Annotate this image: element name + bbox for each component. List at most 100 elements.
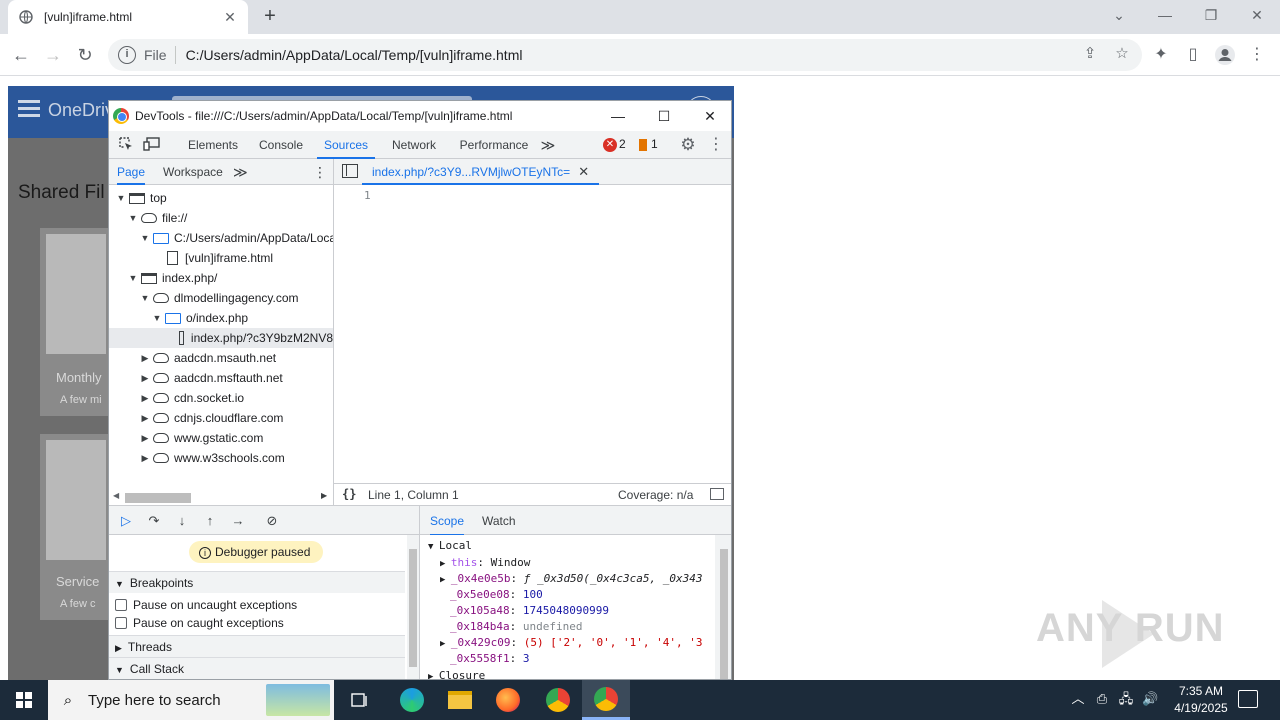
start-button[interactable] xyxy=(0,680,48,720)
checkbox-icon[interactable] xyxy=(115,599,127,611)
menu-kebab-icon[interactable]: ⋮ xyxy=(1246,44,1268,66)
tree-node[interactable]: ▶ aadcdn.msftauth.net xyxy=(139,368,283,388)
scope-row[interactable]: _0x184b4a: undefined xyxy=(450,619,582,635)
step-out-icon[interactable]: ↑ xyxy=(201,512,219,530)
tab-sources[interactable]: Sources xyxy=(317,131,375,159)
step-over-icon[interactable]: ↷ xyxy=(145,512,163,530)
tree-node[interactable]: ▼ dlmodellingagency.com xyxy=(139,288,299,308)
tab-elements[interactable]: Elements xyxy=(179,131,247,159)
bookmark-star-icon[interactable]: ☆ xyxy=(1112,44,1132,64)
call-stack-section[interactable]: ▼ Call Stack xyxy=(109,657,405,679)
breakpoints-section[interactable]: ▼ Breakpoints xyxy=(109,571,405,593)
error-count[interactable]: 2 xyxy=(619,137,626,151)
step-into-icon[interactable]: ↓ xyxy=(173,512,191,530)
tab-performance[interactable]: Performance xyxy=(453,131,535,159)
vertical-scrollbar[interactable] xyxy=(407,535,419,679)
tree-node[interactable]: ▼ index.php/ xyxy=(127,268,218,288)
more-tabs-icon[interactable]: ≫ xyxy=(537,131,559,159)
url-text[interactable]: C:/Users/admin/AppData/Local/Temp/[vuln]… xyxy=(186,47,1132,63)
horizontal-scrollbar[interactable]: ◀ ▶ xyxy=(109,489,333,505)
side-panel-icon[interactable]: ▯ xyxy=(1182,44,1204,66)
tree-node[interactable]: ▶ aadcdn.msauth.net xyxy=(139,348,277,368)
scope-row[interactable]: _0x5558f1: 3 xyxy=(450,651,529,667)
tree-node[interactable]: ▶ www.gstatic.com xyxy=(139,428,264,448)
scrollbar-thumb[interactable] xyxy=(125,493,191,503)
devtools-minimize-button[interactable]: — xyxy=(603,104,633,128)
info-icon[interactable]: i xyxy=(118,46,136,64)
tree-node-file[interactable]: [vuln]iframe.html xyxy=(163,248,273,268)
tab-search-icon[interactable]: ⌄ xyxy=(1096,4,1142,28)
new-tab-button[interactable]: + xyxy=(258,5,282,29)
inspect-element-icon[interactable] xyxy=(117,136,135,154)
tree-node[interactable]: ▶ cdn.socket.io xyxy=(139,388,245,408)
tree-node[interactable]: ▼C:/Users/admin/AppData/Local/Temp xyxy=(139,228,333,248)
reload-icon[interactable]: ↻ xyxy=(72,42,98,68)
checkbox-icon[interactable] xyxy=(115,617,127,629)
more-navigator-icon[interactable]: ≫ xyxy=(233,159,248,185)
file-card[interactable]: Monthly A few mi xyxy=(40,228,110,416)
resume-icon[interactable]: ▷ xyxy=(117,512,135,530)
vertical-scrollbar[interactable] xyxy=(715,535,731,679)
tab-console[interactable]: Console xyxy=(251,131,311,159)
profile-avatar-icon[interactable] xyxy=(1214,44,1236,66)
scope-row[interactable]: ▶ _0x4e0e5b: ƒ _0x3d50(_0x4c3ca5, _0x343 xyxy=(440,571,703,587)
editor-file-tab[interactable]: index.php/?c3Y9...RVMjlwOTEyNTc= ✕ xyxy=(362,159,600,185)
file-explorer-icon[interactable] xyxy=(436,680,484,720)
chevron-up-icon[interactable]: ︿ xyxy=(1070,691,1086,707)
scope-closure-header[interactable]: ▶ Closure xyxy=(428,668,485,679)
tab-scope[interactable]: Scope xyxy=(430,506,465,536)
share-icon[interactable]: ⇪ xyxy=(1080,44,1100,64)
taskbar-search[interactable]: ⌕ Type here to search xyxy=(48,680,334,720)
warning-count[interactable]: 1 xyxy=(651,137,658,151)
extensions-icon[interactable]: ✦ xyxy=(1150,44,1172,66)
clock[interactable]: 7:35 AM 4/19/2025 xyxy=(1166,683,1236,717)
tab-workspace[interactable]: Workspace xyxy=(163,159,223,185)
volume-icon[interactable]: 🔊 xyxy=(1142,691,1158,707)
navigator-menu-icon[interactable]: ⋮ xyxy=(313,159,327,185)
notification-icon[interactable] xyxy=(1238,690,1258,708)
tree-node[interactable]: ▶ www.w3schools.com xyxy=(139,448,285,468)
scroll-left-icon[interactable]: ◀ xyxy=(113,491,119,500)
coverage-panel-icon[interactable] xyxy=(710,488,724,500)
forward-icon[interactable]: → xyxy=(40,42,66,68)
chrome-devtools-taskbar-icon[interactable] xyxy=(582,680,630,720)
tab-page[interactable]: Page xyxy=(117,159,146,185)
scrollbar-thumb[interactable] xyxy=(409,549,417,667)
devtools-close-button[interactable]: ✕ xyxy=(695,104,725,128)
scope-row[interactable]: ▶ this: Window xyxy=(440,555,530,571)
chrome-icon[interactable] xyxy=(534,680,582,720)
devtools-menu-icon[interactable]: ⋮ xyxy=(707,136,725,154)
tab-watch[interactable]: Watch xyxy=(482,506,516,536)
device-toolbar-icon[interactable] xyxy=(143,136,161,154)
tab-close-icon[interactable]: ✕ xyxy=(222,9,238,26)
pretty-print-icon[interactable]: {} xyxy=(342,487,356,501)
minimize-button[interactable]: — xyxy=(1142,4,1188,28)
settings-gear-icon[interactable]: ⚙ xyxy=(679,136,697,154)
pause-caught-checkbox[interactable]: Pause on caught exceptions xyxy=(115,614,284,632)
address-bar[interactable]: i File C:/Users/admin/AppData/Local/Temp… xyxy=(108,39,1142,71)
hamburger-icon[interactable] xyxy=(18,100,40,118)
code-editor[interactable]: 1 xyxy=(334,185,731,483)
restore-button[interactable]: ❐ xyxy=(1188,4,1234,28)
tree-node-top[interactable]: ▼ top xyxy=(115,188,167,208)
device-icon[interactable]: ⎙ xyxy=(1094,691,1110,707)
tree-node-selected-file[interactable]: index.php/?c3Y9bzM2NV8 xyxy=(109,328,333,348)
close-file-tab-icon[interactable]: ✕ xyxy=(578,164,589,179)
deactivate-breakpoints-icon[interactable]: ⊘ xyxy=(263,512,281,530)
tab-network[interactable]: Network xyxy=(383,131,445,159)
tree-node[interactable]: ▼ file:// xyxy=(127,208,188,228)
edge-icon[interactable] xyxy=(388,680,436,720)
browser-tab[interactable]: [vuln]iframe.html ✕ xyxy=(8,0,248,34)
toggle-navigator-icon[interactable] xyxy=(342,164,358,178)
firefox-icon[interactable] xyxy=(484,680,532,720)
file-card[interactable]: Service A few c xyxy=(40,434,110,620)
close-window-button[interactable]: ✕ xyxy=(1234,4,1280,28)
scope-row[interactable]: _0x105a48: 1745048090999 xyxy=(450,603,609,619)
network-icon[interactable]: 🖧 xyxy=(1118,691,1134,707)
threads-section[interactable]: ▶ Threads xyxy=(109,635,405,657)
scrollbar-thumb[interactable] xyxy=(720,549,728,679)
back-icon[interactable]: ← xyxy=(8,42,34,68)
scroll-right-icon[interactable]: ▶ xyxy=(321,491,327,500)
tree-node[interactable]: ▼ o/index.php xyxy=(151,308,249,328)
step-icon[interactable]: → xyxy=(229,512,247,530)
